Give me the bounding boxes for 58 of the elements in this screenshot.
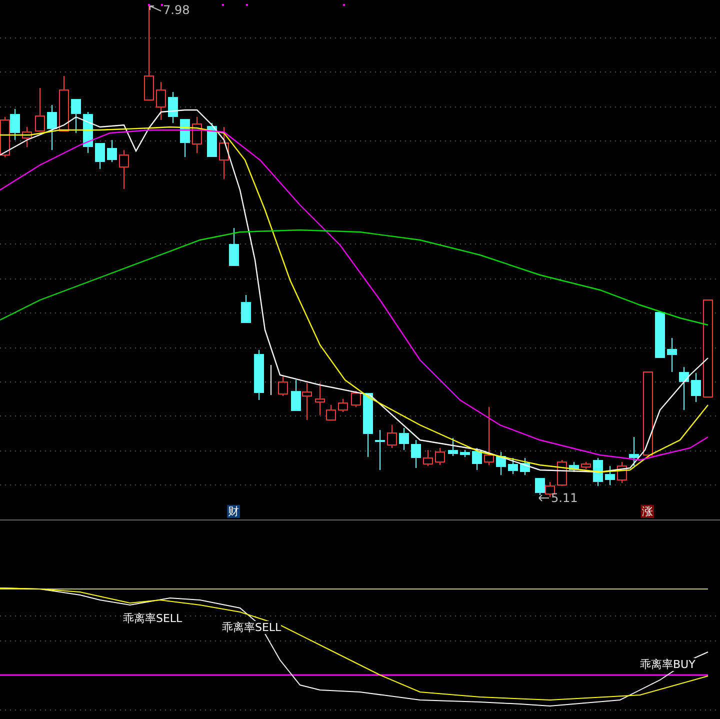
signal-label: 乖离率SELL — [222, 621, 282, 634]
candlestick — [219, 126, 229, 180]
candlestick — [629, 436, 639, 466]
low-price-label: 5.11 — [551, 491, 578, 505]
candlestick — [351, 390, 361, 408]
candlestick — [655, 312, 665, 358]
candlestick — [47, 104, 57, 150]
low-pointer-icon — [538, 494, 550, 502]
candlestick — [278, 376, 288, 396]
candlestick — [363, 392, 373, 458]
high-pointer-icon — [150, 6, 162, 12]
candlestick — [71, 98, 81, 134]
candlestick — [679, 366, 689, 410]
candlestick — [435, 448, 445, 466]
candlestick — [387, 424, 397, 448]
candlestick — [593, 458, 603, 486]
event-marker[interactable]: 涨 — [641, 505, 654, 518]
candlestick — [95, 142, 105, 170]
candlestick — [448, 438, 458, 456]
candlestick — [617, 462, 627, 484]
candlestick — [59, 76, 69, 132]
candlestick — [254, 350, 264, 400]
candlestick — [581, 462, 591, 470]
candlestick — [270, 364, 272, 396]
candlestick — [667, 338, 677, 372]
candlestick — [411, 440, 421, 468]
candlestick — [302, 382, 312, 420]
event-marker[interactable]: 财 — [227, 505, 240, 518]
candlestick — [423, 450, 433, 466]
candlestick — [22, 126, 32, 148]
candlestick — [168, 92, 178, 124]
candlestick — [119, 150, 129, 190]
candlestick — [484, 406, 494, 466]
candlestick — [10, 108, 20, 140]
candlestick — [241, 294, 251, 324]
signal-label: 乖离率SELL — [123, 612, 182, 625]
candlestick — [520, 458, 530, 476]
candlestick — [472, 448, 482, 470]
candlestick — [375, 430, 385, 470]
candlestick — [399, 428, 409, 450]
candlestick — [569, 462, 579, 472]
candlestick — [192, 116, 202, 154]
candlestick — [535, 478, 545, 496]
candlestick — [338, 398, 348, 412]
candlestick — [107, 140, 117, 162]
candlestick — [229, 228, 239, 266]
candlestick — [207, 122, 217, 158]
candlestick — [605, 466, 615, 486]
candlestick — [156, 82, 166, 120]
high-price-label: 7.98 — [163, 3, 190, 17]
candlestick — [496, 452, 506, 476]
candlestick — [291, 380, 301, 412]
candlestick — [35, 88, 45, 132]
candlestick — [180, 118, 190, 158]
signal-label: 乖离率BUY — [640, 658, 696, 671]
candlestick — [460, 450, 470, 458]
candlestick — [691, 372, 701, 402]
candlestick — [508, 458, 518, 474]
